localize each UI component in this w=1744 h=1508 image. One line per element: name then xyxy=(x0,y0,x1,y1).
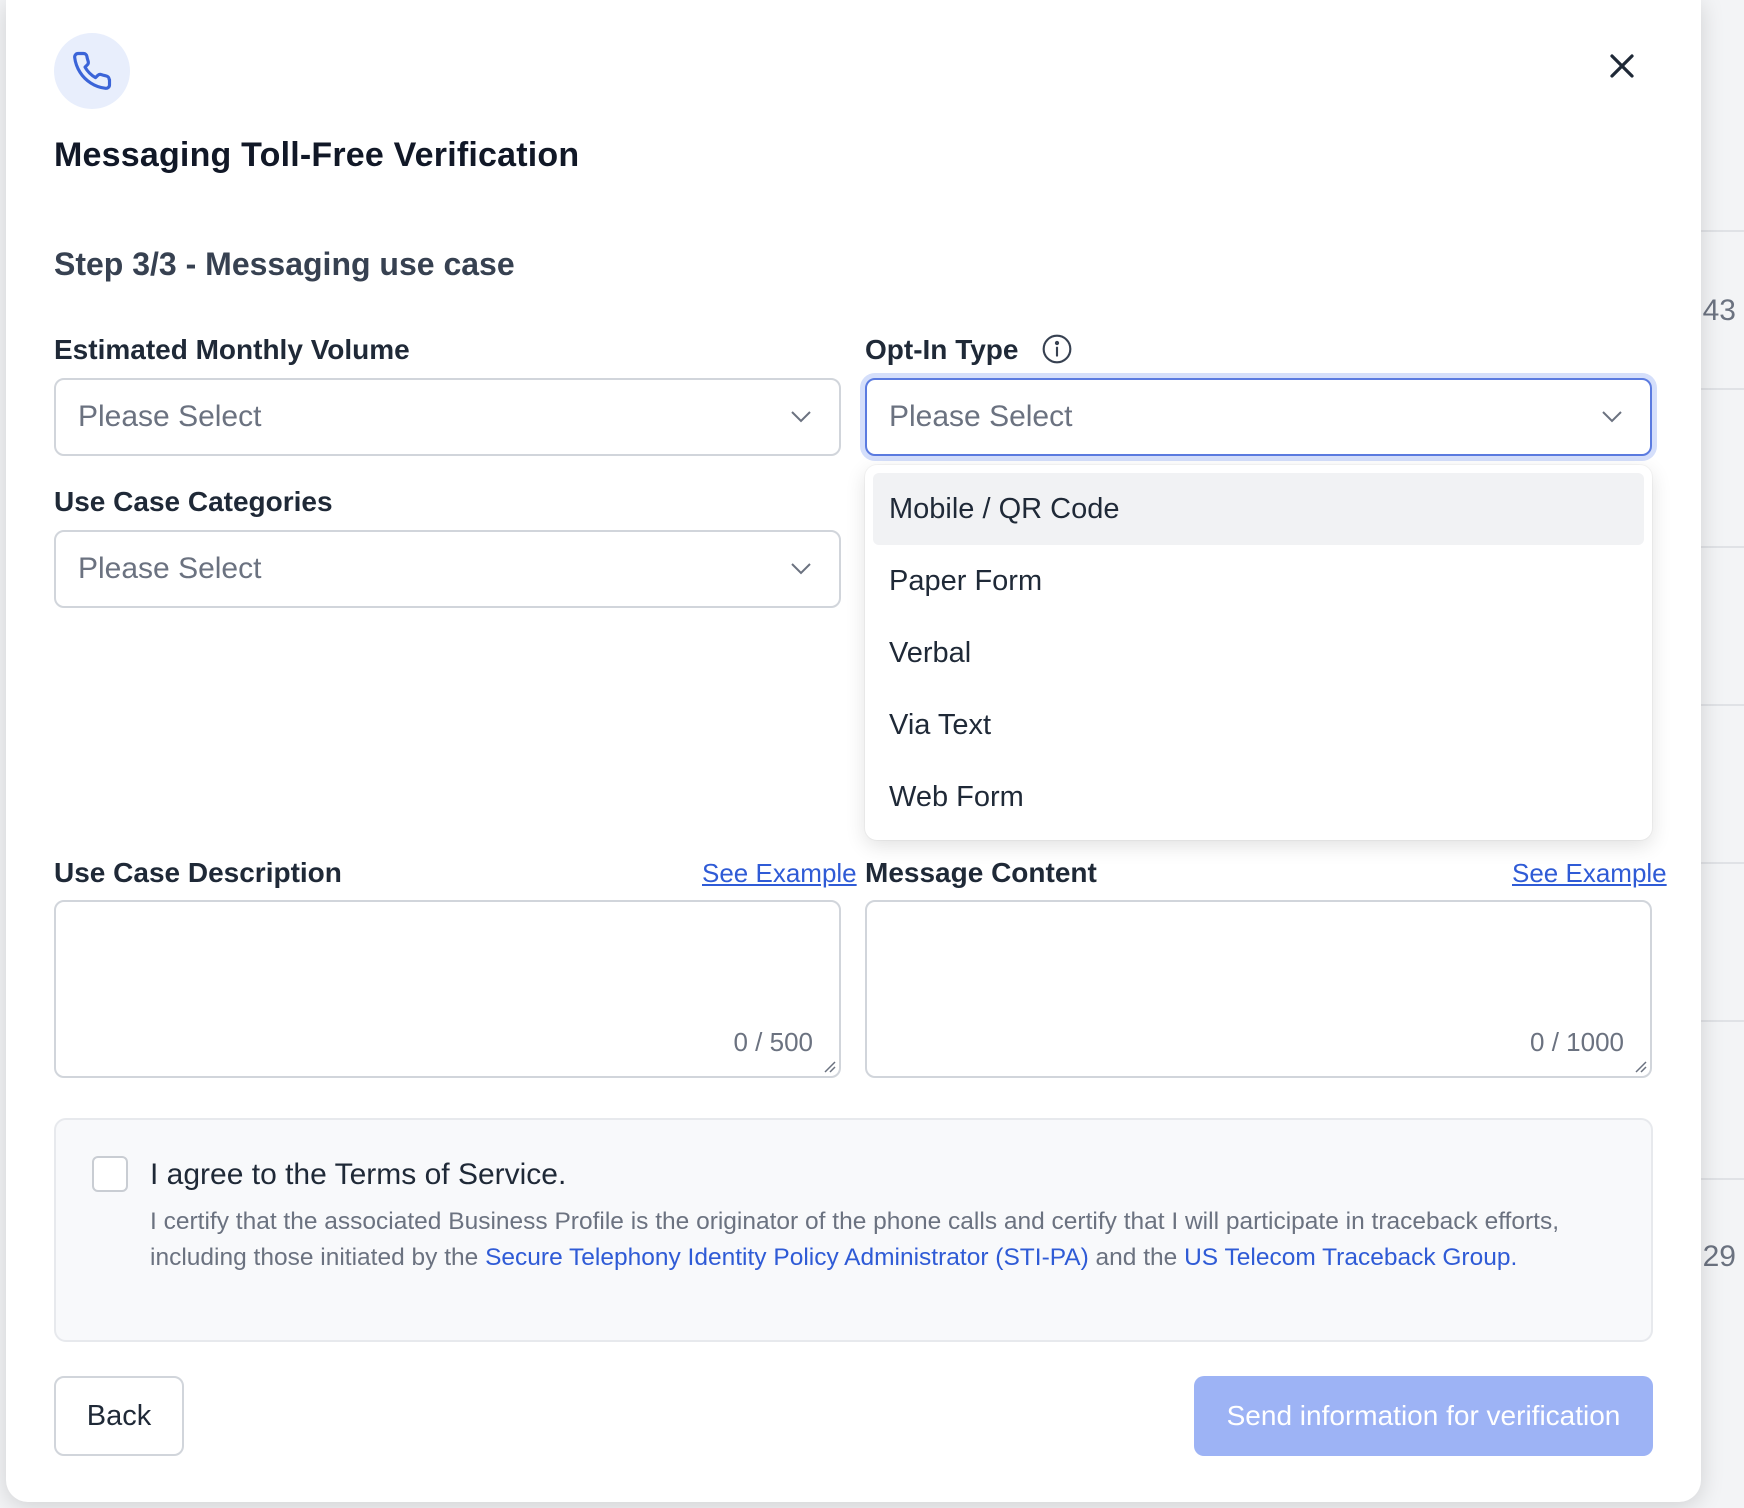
resize-handle-icon[interactable] xyxy=(821,1058,837,1074)
verification-modal: Messaging Toll-Free Verification Step 3/… xyxy=(6,0,1701,1502)
sti-pa-link[interactable]: Secure Telephony Identity Policy Adminis… xyxy=(485,1244,1089,1271)
background-divider xyxy=(1700,1178,1744,1180)
background-divider xyxy=(1700,230,1744,232)
chevron-down-icon xyxy=(791,411,811,423)
dropdown-option-mobile-qr-code[interactable]: Mobile / QR Code xyxy=(873,473,1644,545)
dropdown-option-via-text[interactable]: Via Text xyxy=(873,689,1644,761)
use-case-description-textarea[interactable]: 0 / 500 xyxy=(54,900,841,1078)
phone-icon xyxy=(54,33,130,109)
use-case-description-counter: 0 / 500 xyxy=(733,1027,813,1057)
opt-in-type-label: Opt-In Type xyxy=(865,334,1019,365)
dropdown-option-verbal[interactable]: Verbal xyxy=(873,617,1644,689)
resize-handle-icon[interactable] xyxy=(1632,1058,1648,1074)
close-icon xyxy=(1610,54,1634,78)
dropdown-option-web-form[interactable]: Web Form xyxy=(873,761,1644,833)
use-case-description-label: Use Case Description xyxy=(54,857,342,888)
terms-box: I agree to the Terms of Service. I certi… xyxy=(54,1118,1653,1342)
chevron-down-icon xyxy=(1602,411,1622,423)
use-case-categories-select[interactable]: Please Select xyxy=(54,530,841,608)
background-number: 29 xyxy=(1702,1240,1736,1273)
terms-text: I certify that the associated Business P… xyxy=(150,1204,1610,1276)
terms-checkbox[interactable] xyxy=(92,1156,128,1192)
message-content-example-link[interactable]: See Example xyxy=(1512,858,1667,889)
message-content-counter: 0 / 1000 xyxy=(1530,1027,1624,1057)
background-divider xyxy=(1700,704,1744,706)
close-button[interactable] xyxy=(1598,42,1646,90)
terms-text-part2: and the xyxy=(1088,1244,1185,1271)
use-case-categories-label: Use Case Categories xyxy=(54,486,333,517)
background-divider xyxy=(1700,546,1744,548)
background-divider xyxy=(1700,862,1744,864)
info-icon[interactable] xyxy=(1041,333,1073,370)
step-indicator: Step 3/3 - Messaging use case xyxy=(54,246,515,282)
send-verification-button[interactable]: Send information for verification xyxy=(1194,1376,1653,1456)
chevron-down-icon xyxy=(791,563,811,575)
message-content-textarea[interactable]: 0 / 1000 xyxy=(865,900,1652,1078)
use-case-description-example-link[interactable]: See Example xyxy=(702,858,857,889)
opt-in-type-dropdown: Mobile / QR Code Paper Form Verbal Via T… xyxy=(865,465,1652,840)
terms-title: I agree to the Terms of Service. xyxy=(150,1158,567,1191)
message-content-label: Message Content xyxy=(865,857,1097,888)
monthly-volume-value: Please Select xyxy=(78,400,262,433)
background-divider xyxy=(1700,1020,1744,1022)
opt-in-type-value: Please Select xyxy=(889,400,1073,433)
monthly-volume-select[interactable]: Please Select xyxy=(54,378,841,456)
background-divider xyxy=(1700,388,1744,390)
dropdown-option-paper-form[interactable]: Paper Form xyxy=(873,545,1644,617)
back-button[interactable]: Back xyxy=(54,1376,184,1456)
monthly-volume-label: Estimated Monthly Volume xyxy=(54,334,410,365)
opt-in-type-select[interactable]: Please Select xyxy=(865,378,1652,456)
background-number: 43 xyxy=(1702,294,1736,327)
use-case-categories-value: Please Select xyxy=(78,552,262,585)
us-telecom-traceback-link[interactable]: US Telecom Traceback Group. xyxy=(1184,1244,1517,1271)
modal-title: Messaging Toll-Free Verification xyxy=(54,136,580,174)
